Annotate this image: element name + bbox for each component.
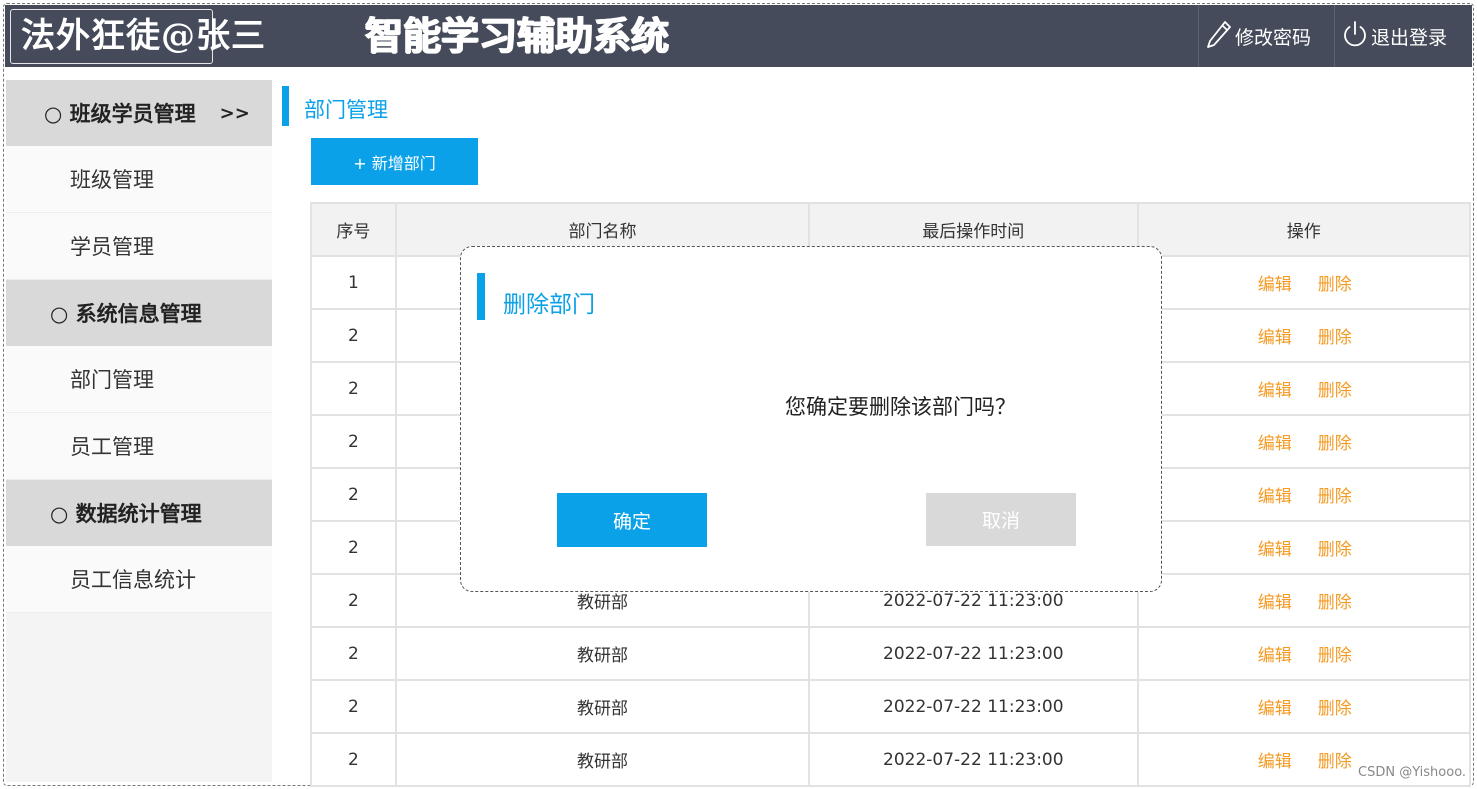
cancel-button[interactable]: 取消 [926,493,1076,546]
edit-link[interactable]: 编辑 [1258,429,1292,454]
delete-link[interactable]: 删除 [1318,270,1352,295]
delete-link[interactable]: 删除 [1318,535,1352,560]
cell-index: 2 [310,573,397,628]
delete-link[interactable]: 删除 [1318,323,1352,348]
edit-link[interactable]: 编辑 [1258,323,1292,348]
power-icon [1341,19,1371,54]
edit-link[interactable]: 编辑 [1258,747,1292,772]
cell-index: 2 [310,414,397,469]
change-password-label: 修改密码 [1235,26,1312,49]
cell-index: 2 [310,308,397,363]
delete-link[interactable]: 删除 [1318,641,1352,666]
cell-index: 2 [310,626,397,681]
sidebar-item-department[interactable]: 部门管理 [6,346,272,413]
delete-link[interactable]: 删除 [1318,376,1352,401]
cell-index: 2 [310,361,397,416]
expand-arrow-icon: >> [219,102,250,124]
page-title-accent [282,86,289,126]
confirm-button[interactable]: 确定 [557,493,707,547]
cell-actions: 编辑 删除 [1136,626,1472,681]
delete-link[interactable]: 删除 [1318,694,1352,719]
sidebar-group-statistics[interactable]: ○ 数据统计管理 [6,480,272,546]
cell-index: 1 [310,255,397,310]
logout-button[interactable]: 退出登录 [1334,5,1472,67]
table-row: 2 教研部 2022-07-22 11:23:00 编辑 删除 [310,732,1472,787]
system-title: 智能学习辅助系统 [365,14,670,58]
sidebar-item-student[interactable]: 学员管理 [6,213,272,280]
edit-link[interactable]: 编辑 [1258,694,1292,719]
delete-link[interactable]: 删除 [1318,482,1352,507]
sidebar-item-employee-stats[interactable]: 员工信息统计 [6,546,272,613]
cell-updated-time: 2022-07-22 11:23:00 [808,732,1139,787]
sidebar-group-system[interactable]: ○ 系统信息管理 [6,280,272,346]
cell-index: 2 [310,520,397,575]
edit-link[interactable]: 编辑 [1258,641,1292,666]
delete-link[interactable]: 删除 [1318,429,1352,454]
cell-updated-time: 2022-07-22 11:23:00 [808,626,1139,681]
page-title: 部门管理 [304,98,388,122]
cell-actions: 编辑 删除 [1136,679,1472,734]
column-header-index: 序号 [310,202,397,257]
cell-actions: 编辑 删除 [1136,520,1472,575]
sidebar-item-employee[interactable]: 员工管理 [6,413,272,480]
dialog-title-accent [477,273,485,320]
edit-link[interactable]: 编辑 [1258,270,1292,295]
delete-department-dialog: 删除部门 您确定要删除该部门吗？ 确定 取消 [460,246,1162,592]
dialog-title: 删除部门 [503,292,595,318]
top-header: 法外狂徒@张三 智能学习辅助系统 修改密码 退出登录 [5,5,1472,67]
cell-department-name: 教研部 [394,626,811,681]
add-department-button[interactable]: + 新增部门 [311,138,478,185]
cell-actions: 编辑 删除 [1136,308,1472,363]
edit-link[interactable]: 编辑 [1258,482,1292,507]
cell-actions: 编辑 删除 [1136,414,1472,469]
table-row: 2 教研部 2022-07-22 11:23:00 编辑 删除 [310,679,1472,734]
cell-department-name: 教研部 [394,679,811,734]
change-password-button[interactable]: 修改密码 [1198,5,1334,67]
sidebar-item-class[interactable]: 班级管理 [6,146,272,213]
delete-link[interactable]: 删除 [1318,588,1352,613]
cell-index: 2 [310,467,397,522]
table-row: 2 教研部 2022-07-22 11:23:00 编辑 删除 [310,626,1472,681]
cell-actions: 编辑 删除 [1136,573,1472,628]
delete-link[interactable]: 删除 [1318,747,1352,772]
cell-index: 2 [310,732,397,787]
watermark: CSDN @Yishooo. [1358,765,1467,780]
cell-actions: 编辑 删除 [1136,361,1472,416]
dialog-message: 您确定要删除该部门吗？ [785,395,1016,419]
sidebar-group-label: ○ 班级学员管理 [44,102,196,126]
edit-link[interactable]: 编辑 [1258,588,1292,613]
cell-actions: 编辑 删除 [1136,255,1472,310]
edit-link[interactable]: 编辑 [1258,535,1292,560]
column-header-actions: 操作 [1136,202,1472,257]
sidebar-group-class-student[interactable]: ○ 班级学员管理 >> [6,80,272,146]
logout-label: 退出登录 [1371,26,1448,49]
cell-index: 2 [310,679,397,734]
sidebar-group-label: ○ 系统信息管理 [50,302,202,326]
cell-updated-time: 2022-07-22 11:23:00 [808,679,1139,734]
pencil-icon [1205,19,1235,54]
sidebar: ○ 班级学员管理 >> 班级管理 学员管理 ○ 系统信息管理 部门管理 员工管理… [6,80,272,782]
cell-actions: 编辑 删除 [1136,467,1472,522]
brand-name: 法外狂徒@张三 [21,16,266,56]
edit-link[interactable]: 编辑 [1258,376,1292,401]
sidebar-group-label: ○ 数据统计管理 [50,502,202,526]
cell-department-name: 教研部 [394,732,811,787]
